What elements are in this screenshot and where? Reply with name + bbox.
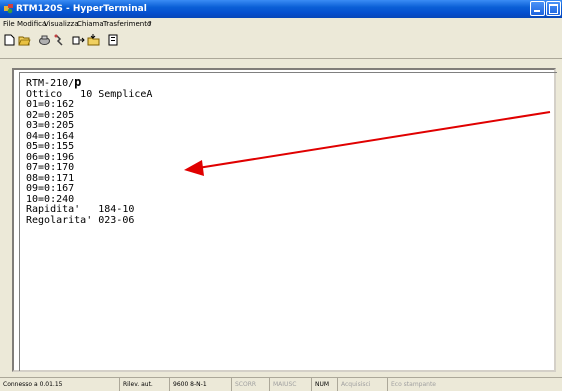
status-params: 9600 8-N-1 [170,378,232,391]
properties-icon[interactable] [107,34,120,46]
terminal-line: 06=0:196 [26,151,75,163]
disconnect-icon[interactable] [53,34,66,46]
new-icon[interactable] [3,34,16,46]
terminal-line: Rapidita' 184-10 [26,204,135,215]
terminal-header: RTM-210/ [26,78,75,89]
menu-help[interactable]: ? [148,18,152,30]
status-connection: Connesso a 0.01.15 [0,378,120,391]
toolbar [0,30,562,59]
status-capture: Acquisisci [338,378,388,391]
terminal-line: 04=0:164 [26,130,75,142]
terminal-line: 03=0:205 [26,120,75,131]
terminal-line: 05=0:155 [26,141,75,152]
receive-icon[interactable] [87,34,100,46]
status-bar: Connesso a 0.01.15 Rilev. aut. 9600 8-N-… [0,377,562,391]
status-echo: Eco stampante [391,381,436,388]
terminal-line: 09=0:167 [26,183,75,194]
menu-modifica[interactable]: Modifica [17,18,46,30]
terminal-output: RTM-210/p Ottico 10 SempliceA 01=0:162 0… [26,75,153,226]
menu-file[interactable]: File [3,18,15,30]
menu-trasferimento[interactable]: Trasferimento [103,18,151,30]
window-title: RTM120S - HyperTerminal [16,4,147,14]
status-scroll: SCORR [232,378,270,391]
menu-bar: File Modifica Visualizza Chiama Trasferi… [0,18,562,30]
terminal-line: Ottico 10 SempliceA [26,88,153,100]
maximize-button[interactable] [546,1,561,16]
terminal-line: 01=0:162 [26,99,75,110]
send-icon[interactable] [72,34,85,46]
open-icon[interactable] [18,34,31,46]
status-caps: MAIUSC [270,378,312,391]
menu-chiama[interactable]: Chiama [77,18,104,30]
terminal-cursor-char: p [74,75,82,89]
menu-visualizza[interactable]: Visualizza [44,18,78,30]
terminal-line: 10=0:240 [26,193,75,205]
status-num: NUM [312,378,338,391]
minimize-button[interactable] [530,1,545,16]
phone-icon[interactable] [38,34,51,46]
terminal-line: 07=0:170 [26,162,75,173]
status-detect: Rilev. aut. [120,378,170,391]
title-bar: RTM120S - HyperTerminal [0,0,562,18]
terminal-line: 02=0:205 [26,109,75,121]
terminal-line: Regolarita' 023-06 [26,214,135,226]
hyperterminal-icon [4,4,13,14]
terminal-line: 08=0:171 [26,172,75,184]
